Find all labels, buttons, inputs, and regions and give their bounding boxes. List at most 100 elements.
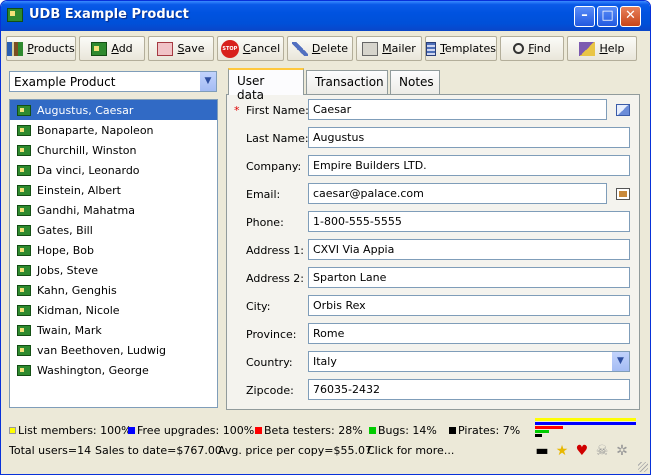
avg-price-stat: Avg. price per copy=$55.07	[218, 444, 372, 457]
delete-button[interactable]: Delete	[287, 36, 353, 61]
tab-notes[interactable]: Notes	[390, 70, 440, 94]
title-bar[interactable]: UDB Example Product – □ ✕	[1, 1, 650, 31]
city-field[interactable]: Orbis Rex	[308, 295, 630, 316]
mailer-button[interactable]: Mailer	[356, 36, 422, 61]
province-label: Province:	[246, 328, 297, 341]
product-select-value: Example Product	[14, 75, 116, 89]
total-users-stat: Total users=14	[9, 444, 92, 457]
beta-testers-bar	[535, 426, 563, 429]
chevron-down-icon[interactable]: ▼	[612, 352, 629, 371]
list-item[interactable]: van Beethoven, Ludwig	[10, 340, 217, 360]
phone-label: Phone:	[246, 216, 284, 229]
list-item[interactable]: Bonaparte, Napoleon	[10, 120, 217, 140]
blue-swatch-icon	[128, 427, 135, 434]
company-field[interactable]: Empire Builders LTD.	[308, 155, 630, 176]
star-icon[interactable]: ★	[554, 443, 570, 459]
first-name-field[interactable]: Caesar	[308, 99, 607, 120]
minimize-button[interactable]: –	[574, 6, 595, 27]
first-name-label: First Name:	[246, 104, 309, 117]
contact-card-icon	[17, 344, 31, 356]
heart-icon[interactable]: ♥	[574, 443, 590, 459]
find-button[interactable]: Find	[500, 36, 564, 61]
chevron-down-icon[interactable]: ▼	[199, 72, 216, 91]
contact-list[interactable]: Augustus, Caesar Bonaparte, Napoleon Chu…	[9, 99, 218, 408]
phone-field[interactable]: 1-800-555-5555	[308, 211, 630, 232]
list-item[interactable]: Kidman, Nicole	[10, 300, 217, 320]
company-label: Company:	[246, 160, 302, 173]
list-item[interactable]: Einstein, Albert	[10, 180, 217, 200]
app-window: UDB Example Product – □ ✕ Products Add S…	[0, 0, 651, 475]
list-item[interactable]: Augustus, Caesar	[10, 100, 217, 120]
card-icon[interactable]: ▬	[534, 443, 550, 459]
list-item[interactable]: Churchill, Winston	[10, 140, 217, 160]
last-name-label: Last Name:	[246, 132, 309, 145]
products-button[interactable]: Products	[6, 36, 76, 61]
skull-icon[interactable]: ☠	[594, 443, 610, 459]
window-title: UDB Example Product	[29, 7, 189, 22]
list-item[interactable]: Hope, Bob	[10, 240, 217, 260]
status-icons: ▬ ★ ♥ ☠ ✲	[534, 443, 630, 459]
address1-field[interactable]: CXVI Via Appia	[308, 239, 630, 260]
user-data-panel: * First Name: Caesar Last Name: Augustus…	[226, 94, 640, 410]
email-label: Email:	[246, 188, 281, 201]
list-item[interactable]: Gandhi, Mahatma	[10, 200, 217, 220]
bug-icon[interactable]: ✲	[614, 443, 630, 459]
add-button[interactable]: Add	[79, 36, 145, 61]
contact-card-icon	[17, 364, 31, 376]
province-field[interactable]: Rome	[308, 323, 630, 344]
list-item[interactable]: Washington, George	[10, 360, 217, 380]
list-item[interactable]: Da vinci, Leonardo	[10, 160, 217, 180]
detail-tabs: User data Transaction Notes * First Name…	[226, 68, 640, 410]
tab-transaction[interactable]: Transaction	[306, 70, 388, 94]
save-icon	[157, 41, 174, 56]
address2-field[interactable]: Sparton Lane	[308, 267, 630, 288]
list-item[interactable]: Twain, Mark	[10, 320, 217, 340]
stop-icon: STOP	[220, 39, 239, 58]
contact-card-icon	[17, 144, 31, 156]
magnifier-icon	[513, 43, 525, 54]
contact-card-icon	[17, 224, 31, 236]
email-field[interactable]: caesar@palace.com	[308, 183, 607, 204]
click-for-more-link[interactable]: Click for more...	[367, 444, 454, 457]
help-button[interactable]: Help	[567, 36, 637, 61]
toolbar: Products Add Save STOP Cancel Delete Mai…	[1, 31, 650, 66]
email-card-icon[interactable]	[616, 188, 630, 200]
resize-grip[interactable]	[638, 462, 648, 472]
contact-card-icon	[17, 184, 31, 196]
address2-label: Address 2:	[246, 272, 305, 285]
zipcode-field[interactable]: 76035-2432	[308, 379, 630, 400]
help-book-icon	[579, 41, 596, 56]
contact-card-icon	[17, 324, 31, 336]
list-item[interactable]: Gates, Bill	[10, 220, 217, 240]
black-swatch-icon	[449, 427, 456, 434]
contact-card-icon	[17, 124, 31, 136]
product-select[interactable]: Example Product ▼	[9, 71, 217, 92]
close-button[interactable]: ✕	[620, 6, 641, 27]
yellow-swatch-icon	[9, 427, 16, 434]
tab-user-data[interactable]: User data	[228, 68, 304, 102]
templates-icon	[426, 41, 437, 56]
contact-card-icon	[17, 284, 31, 296]
list-item[interactable]: Kahn, Genghis	[10, 280, 217, 300]
last-name-field[interactable]: Augustus	[308, 127, 630, 148]
save-button[interactable]: Save	[148, 36, 214, 61]
contact-card-icon	[17, 244, 31, 256]
red-swatch-icon	[255, 427, 262, 434]
status-bar[interactable]: List members: 100% Free upgrades: 100% B…	[1, 418, 650, 474]
copy-icon[interactable]	[616, 104, 630, 116]
bugs-bar	[535, 430, 549, 433]
cancel-button[interactable]: STOP Cancel	[217, 36, 284, 61]
free-upgrades-stat: Free upgrades: 100%	[128, 424, 254, 437]
sales-stat: Sales to date=$767.00	[95, 444, 222, 457]
required-marker: *	[234, 104, 240, 117]
list-item[interactable]: Jobs, Steve	[10, 260, 217, 280]
contact-card-icon	[17, 304, 31, 316]
pirates-stat: Pirates: 7%	[449, 424, 520, 437]
templates-button[interactable]: Templates	[425, 36, 497, 61]
country-select[interactable]: Italy ▼	[308, 351, 630, 372]
mailer-icon	[362, 41, 379, 56]
city-label: City:	[246, 300, 271, 313]
beta-testers-stat: Beta testers: 28%	[255, 424, 363, 437]
maximize-button[interactable]: □	[597, 6, 618, 27]
green-swatch-icon	[369, 427, 376, 434]
